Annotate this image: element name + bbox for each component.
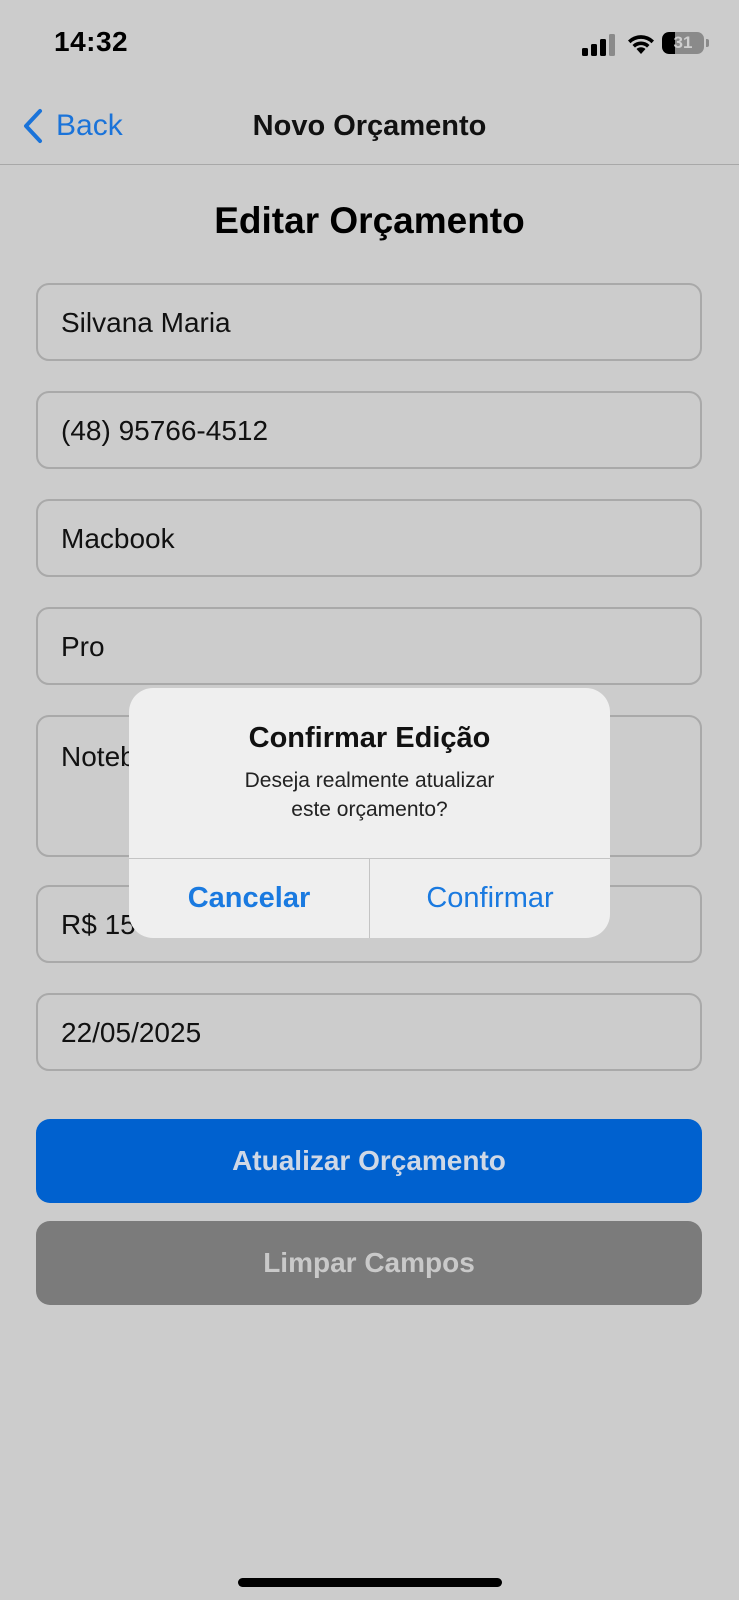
dialog-cancel-button[interactable]: Cancelar: [129, 859, 369, 938]
page-title: Editar Orçamento: [214, 200, 525, 241]
client-name-value: Silvana Maria: [61, 307, 231, 338]
dialog-message-line-2: este orçamento?: [291, 798, 448, 821]
dialog-confirm-button[interactable]: Confirmar: [370, 859, 610, 938]
model-value: Pro: [61, 631, 105, 662]
date-field[interactable]: 22/05/2025: [36, 993, 702, 1071]
status-time: 14:32: [54, 26, 129, 57]
clear-fields-button[interactable]: Limpar Campos: [36, 1221, 702, 1305]
model-field[interactable]: Pro: [36, 607, 702, 685]
update-budget-button[interactable]: Atualizar Orçamento: [36, 1119, 702, 1203]
nav-title: Novo Orçamento: [252, 110, 487, 142]
phone-value: (48) 95766-4512: [61, 415, 269, 446]
brand-field[interactable]: Macbook: [36, 499, 702, 577]
home-indicator: [238, 1578, 502, 1587]
battery-icon: 31: [662, 32, 709, 56]
wifi-icon: [626, 32, 656, 56]
navigation-bar: Back Novo Orçamento: [0, 90, 739, 165]
dialog-title: Confirmar Edição: [248, 722, 491, 754]
brand-value: Macbook: [61, 523, 175, 554]
battery-level-text: 31: [673, 33, 693, 52]
cellular-signal-icon: [582, 34, 618, 56]
date-value: 22/05/2025: [61, 1017, 202, 1048]
client-name-field[interactable]: Silvana Maria: [36, 283, 702, 361]
confirm-edit-dialog: Confirmar Edição Deseja realmente atuali…: [129, 688, 610, 938]
dialog-message-line-1: Deseja realmente atualizar: [244, 769, 495, 792]
dialog-message: Deseja realmente atualizar este orçament…: [169, 766, 570, 824]
phone-field[interactable]: (48) 95766-4512: [36, 391, 702, 469]
status-bar: 14:32 31: [0, 0, 739, 90]
